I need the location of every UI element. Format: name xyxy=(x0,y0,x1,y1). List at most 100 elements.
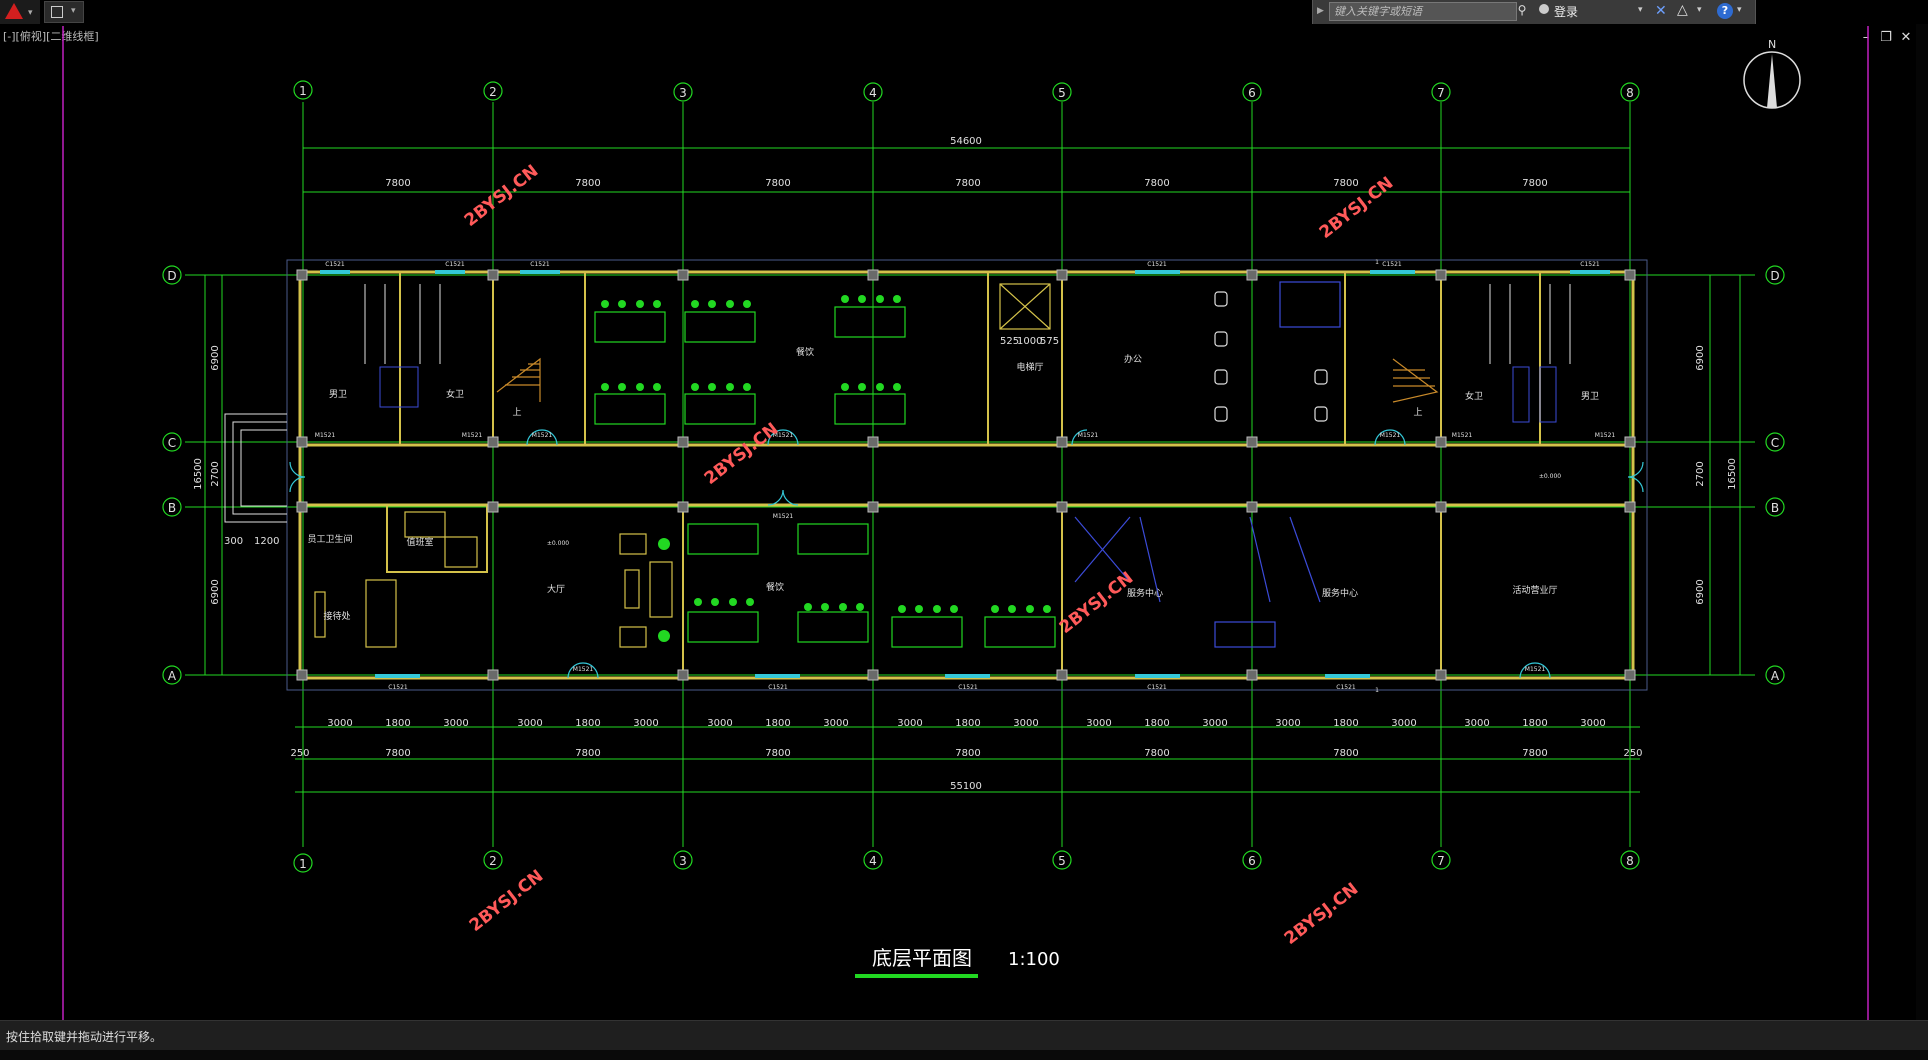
dim-bay: 7800 xyxy=(575,748,600,759)
grid-y-label: D xyxy=(1770,269,1779,283)
dining-tables xyxy=(594,306,1056,648)
command-line[interactable]: 按住拾取键并拖动进行平移。 xyxy=(0,1020,1928,1051)
roof-outline xyxy=(286,259,1648,691)
watermark-text: 2BYSJ.CN xyxy=(1281,879,1363,949)
login-button[interactable]: 登录 xyxy=(1554,3,1578,20)
grid-x-label: 5 xyxy=(1058,854,1066,868)
dim-bay: 7800 xyxy=(1333,178,1358,189)
expand-arrow-icon[interactable]: ▶ xyxy=(1317,6,1324,16)
dim-small: 3000 xyxy=(1580,718,1605,729)
dim-small: 3000 xyxy=(327,718,352,729)
svg-text:M1521: M1521 xyxy=(1380,432,1401,439)
dim-small: 3000 xyxy=(707,718,732,729)
svg-text:M1521: M1521 xyxy=(1078,432,1099,439)
dim-small: 1800 xyxy=(1144,718,1169,729)
dim-bay: 7800 xyxy=(1144,178,1169,189)
user-icon[interactable] xyxy=(1539,4,1549,14)
dim-bay: 7800 xyxy=(1522,178,1547,189)
grid-x-label: 2 xyxy=(489,854,497,868)
grid-x-label: 1 xyxy=(299,84,307,98)
grid-x-label: 7 xyxy=(1437,854,1445,868)
quick-access-toolbar-button[interactable]: ▾ xyxy=(44,1,84,23)
dim-bay: 7800 xyxy=(955,178,980,189)
svg-text:±0.000: ±0.000 xyxy=(547,540,569,547)
room-label: 餐饮 xyxy=(796,346,814,358)
dim-bay: 7800 xyxy=(1333,748,1358,759)
grid-x-label: 2 xyxy=(489,85,497,99)
room-label: 活动营业厅 xyxy=(1512,584,1557,596)
dim-bay: 7800 xyxy=(765,748,790,759)
dim-small-left: 300 xyxy=(224,536,243,547)
svg-text:M1521: M1521 xyxy=(573,666,594,673)
grid-x-label: 5 xyxy=(1058,86,1066,100)
dim-bay: 7800 xyxy=(385,748,410,759)
windows xyxy=(320,270,1610,678)
svg-text:C1521: C1521 xyxy=(1147,684,1167,691)
svg-text:575: 575 xyxy=(1040,336,1059,347)
room-label: 女卫 xyxy=(1465,390,1483,402)
svg-text:1: 1 xyxy=(1375,687,1379,694)
search-input[interactable] xyxy=(1329,2,1517,21)
columns xyxy=(296,269,1636,681)
svg-text:C1521: C1521 xyxy=(325,261,345,268)
dim-bay: 7800 xyxy=(575,178,600,189)
chevron-down-icon[interactable]: ▾ xyxy=(1697,5,1702,15)
svg-text:1: 1 xyxy=(1375,259,1379,266)
dim-total-top: 54600 xyxy=(950,136,982,147)
svg-text:C1521: C1521 xyxy=(958,684,978,691)
north-arrow: N xyxy=(1743,38,1801,109)
room-label: 接待处 xyxy=(323,610,350,622)
grid-x-label: 8 xyxy=(1626,854,1634,868)
room-label: 值班室 xyxy=(406,536,433,548)
office-chairs xyxy=(1214,291,1328,422)
grid-x-label: 3 xyxy=(679,854,687,868)
chevron-down-icon: ▾ xyxy=(28,8,33,18)
grid-x-label: 7 xyxy=(1437,86,1445,100)
svg-text:M1521: M1521 xyxy=(773,513,794,520)
svg-text:1000: 1000 xyxy=(1017,336,1042,347)
stairs-label: 上 xyxy=(1413,407,1422,418)
svg-text:C1521: C1521 xyxy=(768,684,788,691)
chevron-down-icon: ▾ xyxy=(71,6,76,16)
connect-icon[interactable]: △ xyxy=(1677,2,1688,18)
dim-right-total: 16500 xyxy=(1727,458,1738,490)
dim-small: 1800 xyxy=(1333,718,1358,729)
dim-small: 3000 xyxy=(1086,718,1111,729)
infocenter-bar: ▶ ⚲ 登录 ▾ ✕ △ ▾ ? ▾ xyxy=(1312,0,1756,24)
side-dimension-text: 6900 2700 6900 16500 6900 2700 6900 1650… xyxy=(193,345,1738,604)
svg-text:M1521: M1521 xyxy=(532,432,553,439)
dim-small: 1800 xyxy=(955,718,980,729)
svg-text:C1521: C1521 xyxy=(388,684,408,691)
help-icon[interactable]: ? xyxy=(1717,3,1733,19)
room-label: 办公 xyxy=(1124,353,1142,365)
dim-bay: 7800 xyxy=(765,178,790,189)
grid-y-label: C xyxy=(1771,436,1779,450)
svg-text:C1521: C1521 xyxy=(1382,261,1402,268)
application-menu-button[interactable]: ▾ xyxy=(0,0,40,24)
grid-x-label: 3 xyxy=(679,86,687,100)
dim-small: 3000 xyxy=(1275,718,1300,729)
dim-bay: 7800 xyxy=(1144,748,1169,759)
svg-text:C1521: C1521 xyxy=(1580,261,1600,268)
dim-edge: 250 xyxy=(290,748,309,759)
grid-x-label: 6 xyxy=(1248,854,1256,868)
grid-y-label: B xyxy=(168,501,176,515)
dim-small: 3000 xyxy=(1202,718,1227,729)
grid-y-label: D xyxy=(167,269,176,283)
dim-left: 2700 xyxy=(210,461,221,486)
chevron-down-icon[interactable]: ▾ xyxy=(1638,5,1643,15)
exchange-x-icon[interactable]: ✕ xyxy=(1655,3,1667,19)
svg-text:±0.000: ±0.000 xyxy=(1539,473,1561,480)
svg-text:C1521: C1521 xyxy=(445,261,465,268)
binoculars-icon[interactable]: ⚲ xyxy=(1513,3,1531,17)
dim-bay: 7800 xyxy=(385,178,410,189)
room-label: 男卫 xyxy=(1581,391,1599,402)
dim-small: 3000 xyxy=(1391,718,1416,729)
chevron-down-icon[interactable]: ▾ xyxy=(1737,5,1742,15)
dim-bay: 7800 xyxy=(1522,748,1547,759)
stairs-label: 上 xyxy=(512,407,521,418)
grid-x-label: 4 xyxy=(869,854,877,868)
dim-small: 3000 xyxy=(633,718,658,729)
drawing-canvas[interactable]: N 1 2 3 4 5 6 7 8 1 2 3 4 5 6 7 8 D C B … xyxy=(0,24,1928,1024)
svg-text:M1521: M1521 xyxy=(315,432,336,439)
